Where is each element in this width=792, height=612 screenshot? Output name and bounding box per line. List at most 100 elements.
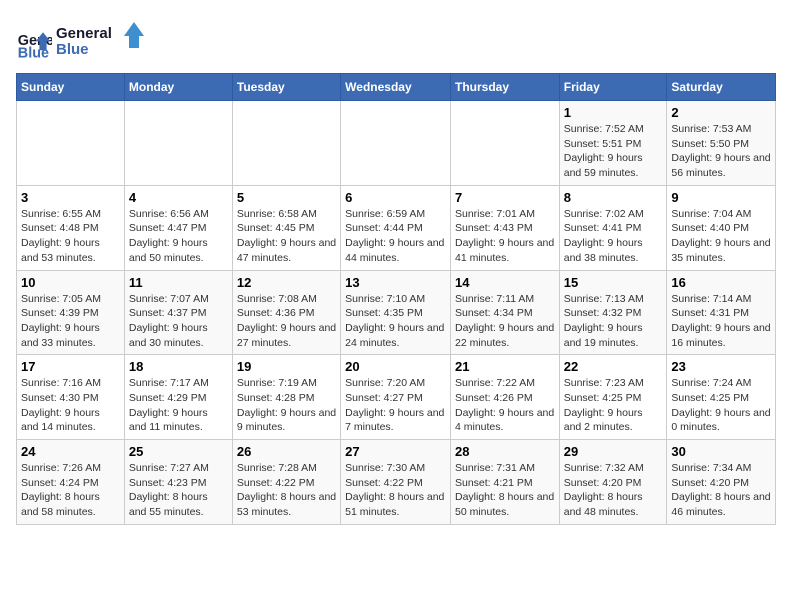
week-row-1: 1 Sunrise: 7:52 AM Sunset: 5:51 PM Daylig… <box>17 101 776 186</box>
day-cell: 14 Sunrise: 7:11 AM Sunset: 4:34 PM Dayli… <box>450 270 559 355</box>
header-cell-friday: Friday <box>559 74 667 101</box>
day-cell: 23 Sunrise: 7:24 AM Sunset: 4:25 PM Dayli… <box>667 355 776 440</box>
day-detail: Sunrise: 7:17 AM Sunset: 4:29 PM Dayligh… <box>129 377 209 433</box>
day-number: 24 <box>21 444 120 459</box>
day-number: 30 <box>671 444 771 459</box>
day-number: 28 <box>455 444 555 459</box>
day-cell: 18 Sunrise: 7:17 AM Sunset: 4:29 PM Dayli… <box>124 355 232 440</box>
logo: General Blue General Blue <box>16 20 146 65</box>
day-detail: Sunrise: 7:22 AM Sunset: 4:26 PM Dayligh… <box>455 377 554 433</box>
day-detail: Sunrise: 7:19 AM Sunset: 4:28 PM Dayligh… <box>237 377 336 433</box>
day-number: 20 <box>345 359 446 374</box>
day-number: 21 <box>455 359 555 374</box>
day-cell <box>232 101 340 186</box>
day-number: 9 <box>671 190 771 205</box>
day-cell: 28 Sunrise: 7:31 AM Sunset: 4:21 PM Dayli… <box>450 440 559 525</box>
day-detail: Sunrise: 7:24 AM Sunset: 4:25 PM Dayligh… <box>671 377 770 433</box>
day-cell: 21 Sunrise: 7:22 AM Sunset: 4:26 PM Dayli… <box>450 355 559 440</box>
day-cell: 16 Sunrise: 7:14 AM Sunset: 4:31 PM Dayli… <box>667 270 776 355</box>
day-number: 6 <box>345 190 446 205</box>
day-cell: 27Sunrise: 7:30 AM Sunset: 4:22 PM Dayli… <box>341 440 451 525</box>
day-number: 29 <box>564 444 663 459</box>
day-detail: Sunrise: 6:56 AM Sunset: 4:47 PM Dayligh… <box>129 208 209 264</box>
day-cell: 30Sunrise: 7:34 AM Sunset: 4:20 PM Dayli… <box>667 440 776 525</box>
day-cell: 7Sunrise: 7:01 AM Sunset: 4:43 PM Daylig… <box>450 185 559 270</box>
day-detail: Sunrise: 7:20 AM Sunset: 4:27 PM Dayligh… <box>345 377 444 433</box>
day-detail: Sunrise: 7:27 AM Sunset: 4:23 PM Dayligh… <box>129 462 209 518</box>
header-cell-saturday: Saturday <box>667 74 776 101</box>
page-header: General Blue General Blue <box>16 16 776 65</box>
day-number: 11 <box>129 275 228 290</box>
day-cell: 4 Sunrise: 6:56 AM Sunset: 4:47 PM Daylig… <box>124 185 232 270</box>
day-cell: 2 Sunrise: 7:53 AM Sunset: 5:50 PM Daylig… <box>667 101 776 186</box>
day-detail: Sunrise: 7:28 AM Sunset: 4:22 PM Dayligh… <box>237 462 336 518</box>
day-cell <box>124 101 232 186</box>
day-detail: Sunrise: 7:08 AM Sunset: 4:36 PM Dayligh… <box>237 293 336 349</box>
day-number: 16 <box>671 275 771 290</box>
day-detail: Sunrise: 7:30 AM Sunset: 4:22 PM Dayligh… <box>345 462 444 518</box>
day-cell: 24 Sunrise: 7:26 AM Sunset: 4:24 PM Dayli… <box>17 440 125 525</box>
day-detail: Sunrise: 7:07 AM Sunset: 4:37 PM Dayligh… <box>129 293 209 349</box>
day-cell: 12 Sunrise: 7:08 AM Sunset: 4:36 PM Dayli… <box>232 270 340 355</box>
day-cell: 20 Sunrise: 7:20 AM Sunset: 4:27 PM Dayli… <box>341 355 451 440</box>
day-number: 18 <box>129 359 228 374</box>
header-cell-wednesday: Wednesday <box>341 74 451 101</box>
day-detail: Sunrise: 7:02 AM Sunset: 4:41 PM Dayligh… <box>564 208 644 264</box>
day-cell <box>17 101 125 186</box>
day-detail: Sunrise: 7:10 AM Sunset: 4:35 PM Dayligh… <box>345 293 444 349</box>
day-detail: Sunrise: 7:23 AM Sunset: 4:25 PM Dayligh… <box>564 377 644 433</box>
day-detail: Sunrise: 7:05 AM Sunset: 4:39 PM Dayligh… <box>21 293 101 349</box>
day-detail: Sunrise: 7:31 AM Sunset: 4:21 PM Dayligh… <box>455 462 554 518</box>
week-row-4: 17 Sunrise: 7:16 AM Sunset: 4:30 PM Dayli… <box>17 355 776 440</box>
header-row: SundayMondayTuesdayWednesdayThursdayFrid… <box>17 74 776 101</box>
calendar-table: SundayMondayTuesdayWednesdayThursdayFrid… <box>16 73 776 525</box>
day-cell: 25 Sunrise: 7:27 AM Sunset: 4:23 PM Dayli… <box>124 440 232 525</box>
day-number: 5 <box>237 190 336 205</box>
day-number: 8 <box>564 190 663 205</box>
day-number: 13 <box>345 275 446 290</box>
day-cell: 29Sunrise: 7:32 AM Sunset: 4:20 PM Dayli… <box>559 440 667 525</box>
day-detail: Sunrise: 7:11 AM Sunset: 4:34 PM Dayligh… <box>455 293 554 349</box>
day-number: 14 <box>455 275 555 290</box>
day-cell: 6Sunrise: 6:59 AM Sunset: 4:44 PM Daylig… <box>341 185 451 270</box>
day-cell: 19 Sunrise: 7:19 AM Sunset: 4:28 PM Dayli… <box>232 355 340 440</box>
day-cell <box>341 101 451 186</box>
day-cell: 11 Sunrise: 7:07 AM Sunset: 4:37 PM Dayli… <box>124 270 232 355</box>
header-cell-tuesday: Tuesday <box>232 74 340 101</box>
day-detail: Sunrise: 6:55 AM Sunset: 4:48 PM Dayligh… <box>21 208 101 264</box>
day-cell: 26 Sunrise: 7:28 AM Sunset: 4:22 PM Dayli… <box>232 440 340 525</box>
calendar-body: 1 Sunrise: 7:52 AM Sunset: 5:51 PM Daylig… <box>17 101 776 525</box>
day-detail: Sunrise: 7:53 AM Sunset: 5:50 PM Dayligh… <box>671 123 770 179</box>
day-cell: 8 Sunrise: 7:02 AM Sunset: 4:41 PM Daylig… <box>559 185 667 270</box>
svg-text:General: General <box>56 25 112 42</box>
day-detail: Sunrise: 7:26 AM Sunset: 4:24 PM Dayligh… <box>21 462 101 518</box>
day-number: 26 <box>237 444 336 459</box>
day-cell: 22Sunrise: 7:23 AM Sunset: 4:25 PM Dayli… <box>559 355 667 440</box>
day-number: 17 <box>21 359 120 374</box>
day-cell: 3 Sunrise: 6:55 AM Sunset: 4:48 PM Daylig… <box>17 185 125 270</box>
header-cell-monday: Monday <box>124 74 232 101</box>
day-number: 15 <box>564 275 663 290</box>
day-detail: Sunrise: 7:01 AM Sunset: 4:43 PM Dayligh… <box>455 208 554 264</box>
day-number: 2 <box>671 105 771 120</box>
day-number: 19 <box>237 359 336 374</box>
week-row-5: 24 Sunrise: 7:26 AM Sunset: 4:24 PM Dayli… <box>17 440 776 525</box>
day-number: 3 <box>21 190 120 205</box>
day-number: 10 <box>21 275 120 290</box>
day-detail: Sunrise: 7:13 AM Sunset: 4:32 PM Dayligh… <box>564 293 644 349</box>
logo-icon: General Blue <box>16 25 52 61</box>
svg-text:Blue: Blue <box>56 41 89 58</box>
day-number: 25 <box>129 444 228 459</box>
day-cell: 5Sunrise: 6:58 AM Sunset: 4:45 PM Daylig… <box>232 185 340 270</box>
week-row-2: 3 Sunrise: 6:55 AM Sunset: 4:48 PM Daylig… <box>17 185 776 270</box>
header-cell-thursday: Thursday <box>450 74 559 101</box>
day-detail: Sunrise: 7:52 AM Sunset: 5:51 PM Dayligh… <box>564 123 644 179</box>
day-detail: Sunrise: 7:16 AM Sunset: 4:30 PM Dayligh… <box>21 377 101 433</box>
day-detail: Sunrise: 7:14 AM Sunset: 4:31 PM Dayligh… <box>671 293 770 349</box>
day-number: 1 <box>564 105 663 120</box>
calendar-header: SundayMondayTuesdayWednesdayThursdayFrid… <box>17 74 776 101</box>
day-number: 12 <box>237 275 336 290</box>
day-detail: Sunrise: 7:04 AM Sunset: 4:40 PM Dayligh… <box>671 208 770 264</box>
day-number: 23 <box>671 359 771 374</box>
day-number: 4 <box>129 190 228 205</box>
